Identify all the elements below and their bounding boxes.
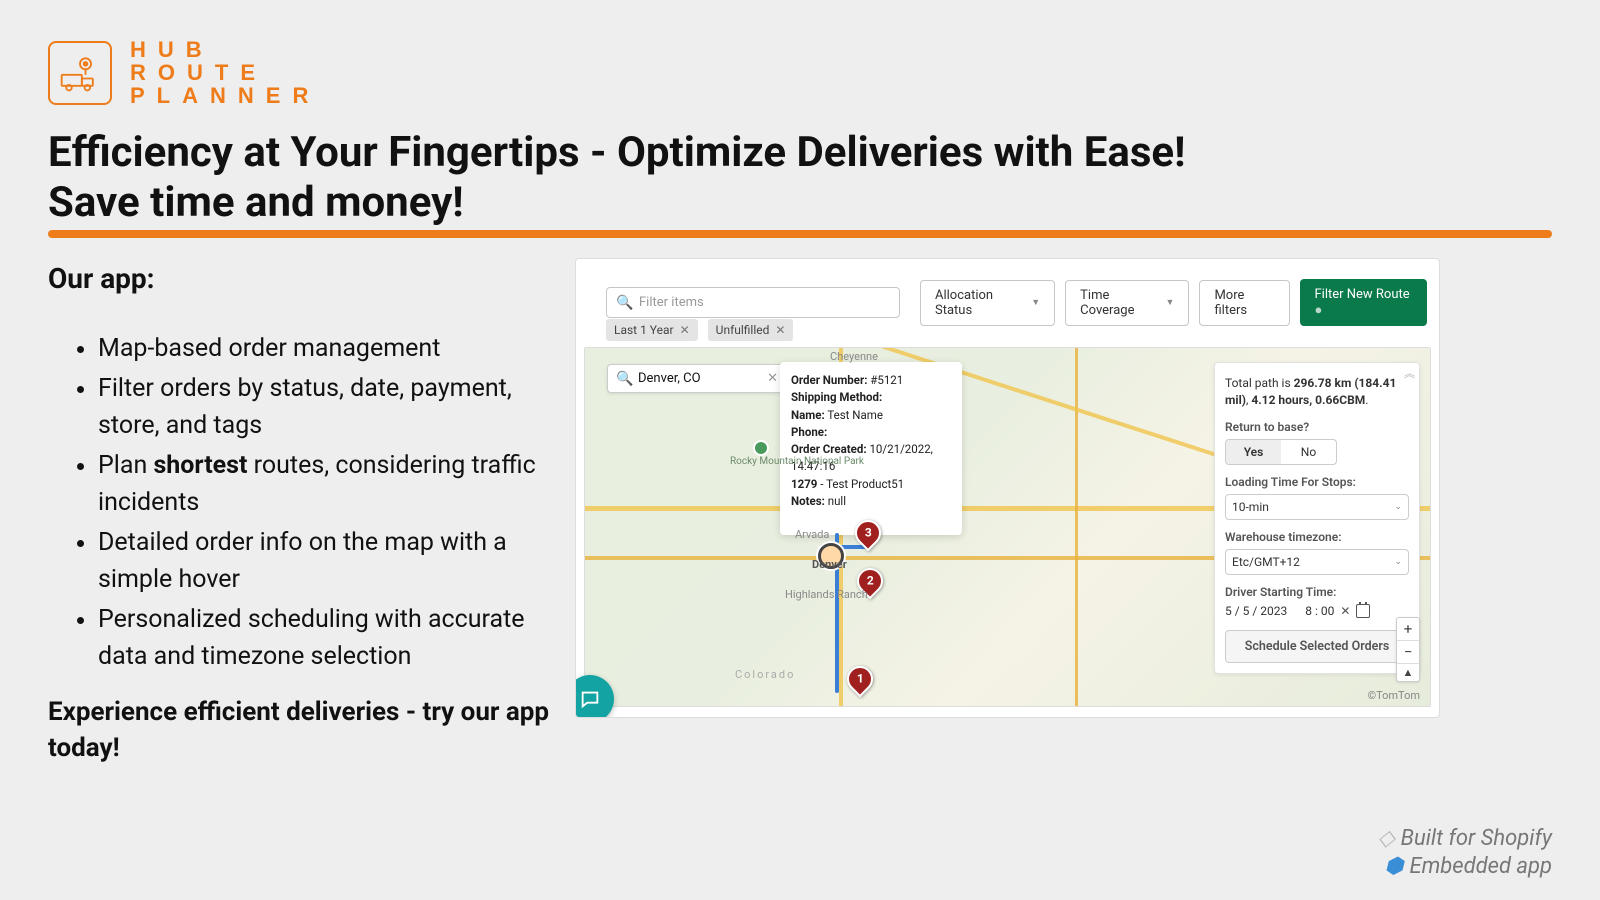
- page-headline: Efficiency at Your Fingertips - Optimize…: [48, 128, 1185, 229]
- map-label: Cheyenne: [830, 350, 878, 363]
- return-no-button[interactable]: No: [1281, 440, 1336, 464]
- map-label: Denver: [812, 558, 847, 571]
- return-yes-button[interactable]: Yes: [1226, 440, 1281, 464]
- app-screenshot: 🔍 Filter items Allocation Status▼ Time C…: [575, 258, 1440, 718]
- map-pin-1[interactable]: 1: [842, 661, 879, 698]
- cube-icon: ⬢: [1384, 854, 1403, 879]
- map-search-input[interactable]: 🔍 Denver, CO ✕: [607, 364, 787, 393]
- schedule-selected-orders-button[interactable]: Schedule Selected Orders: [1225, 630, 1409, 663]
- order-tooltip: Order Number: #5121 Shipping Method: Nam…: [780, 362, 962, 535]
- filter-chip-unfulfilled[interactable]: Unfulfilled✕: [708, 319, 794, 341]
- map[interactable]: 🔍 Denver, CO ✕ Order Number: #5121 Shipp…: [584, 347, 1431, 707]
- feature-list: Map-based order management Filter orders…: [78, 330, 568, 678]
- cta-text: Experience efficient deliveries - try ou…: [48, 694, 568, 767]
- driver-start-time-label: Driver Starting Time:: [1225, 585, 1409, 599]
- close-icon[interactable]: ✕: [775, 323, 785, 337]
- map-zoom-controls: + − ▲: [1396, 617, 1420, 682]
- list-item: Map-based order management: [98, 330, 568, 368]
- footer-tags: ◇Built for Shopify ⬢Embedded app: [1378, 825, 1552, 880]
- driver-start-datetime[interactable]: 5 / 5 / 2023 8 : 00 ✕: [1225, 604, 1409, 618]
- filter-new-route-button[interactable]: Filter New Route ●: [1300, 279, 1427, 326]
- map-label: Highlands Ranch: [785, 588, 868, 601]
- list-item: Personalized scheduling with accurate da…: [98, 601, 568, 676]
- chevron-down-icon: ⌄: [1394, 502, 1402, 512]
- return-to-base-label: Return to base?: [1225, 420, 1409, 434]
- zoom-out-button[interactable]: −: [1397, 640, 1419, 663]
- chevron-down-icon: ▼: [1031, 297, 1040, 308]
- filter-chip-last-1-year[interactable]: Last 1 Year✕: [606, 319, 698, 341]
- logo-icon: [48, 41, 112, 105]
- zoom-in-button[interactable]: +: [1397, 618, 1419, 640]
- clear-icon[interactable]: ✕: [767, 371, 778, 386]
- list-item: Plan shortest routes, considering traffi…: [98, 447, 568, 522]
- loading-time-label: Loading Time For Stops:: [1225, 475, 1409, 489]
- divider: [48, 230, 1552, 238]
- filter-placeholder: Filter items: [639, 295, 704, 310]
- route-settings-panel: ︽ Total path is 296.78 km (184.41 mil), …: [1214, 362, 1420, 674]
- chevron-down-icon: ⌄: [1394, 557, 1402, 567]
- time-coverage-dropdown[interactable]: Time Coverage▼: [1065, 280, 1189, 326]
- chat-icon: [579, 688, 601, 710]
- map-attribution: ©TomTom: [1367, 689, 1420, 702]
- park-icon: [753, 440, 769, 456]
- map-label: Rocky Mountain National Park: [730, 456, 864, 467]
- zoom-reset-button[interactable]: ▲: [1397, 663, 1419, 681]
- filter-items-input[interactable]: 🔍 Filter items: [606, 287, 900, 318]
- diamond-icon: ◇: [1378, 826, 1395, 851]
- list-item: Detailed order info on the map with a si…: [98, 524, 568, 599]
- collapse-icon[interactable]: ︽: [1404, 365, 1413, 381]
- search-icon: 🔍: [616, 295, 633, 311]
- allocation-status-dropdown[interactable]: Allocation Status▼: [920, 280, 1055, 326]
- map-label: Colorado: [735, 668, 795, 681]
- calendar-icon[interactable]: [1356, 604, 1370, 618]
- loading-time-select[interactable]: 10-min⌄: [1225, 494, 1409, 520]
- map-label: Arvada: [795, 528, 829, 541]
- clear-icon[interactable]: ✕: [1340, 604, 1350, 618]
- warehouse-timezone-label: Warehouse timezone:: [1225, 530, 1409, 544]
- section-heading-our-app: Our app:: [48, 262, 155, 295]
- chevron-down-icon: ▼: [1166, 297, 1175, 308]
- logo-text: HUB ROUTE PLANNER: [130, 38, 320, 107]
- search-icon: 🔍: [616, 371, 633, 387]
- close-icon[interactable]: ✕: [680, 323, 690, 337]
- warehouse-timezone-select[interactable]: Etc/GMT+12⌄: [1225, 549, 1409, 575]
- return-to-base-toggle[interactable]: Yes No: [1225, 439, 1337, 465]
- more-filters-button[interactable]: More filters: [1199, 280, 1290, 326]
- list-item: Filter orders by status, date, payment, …: [98, 370, 568, 445]
